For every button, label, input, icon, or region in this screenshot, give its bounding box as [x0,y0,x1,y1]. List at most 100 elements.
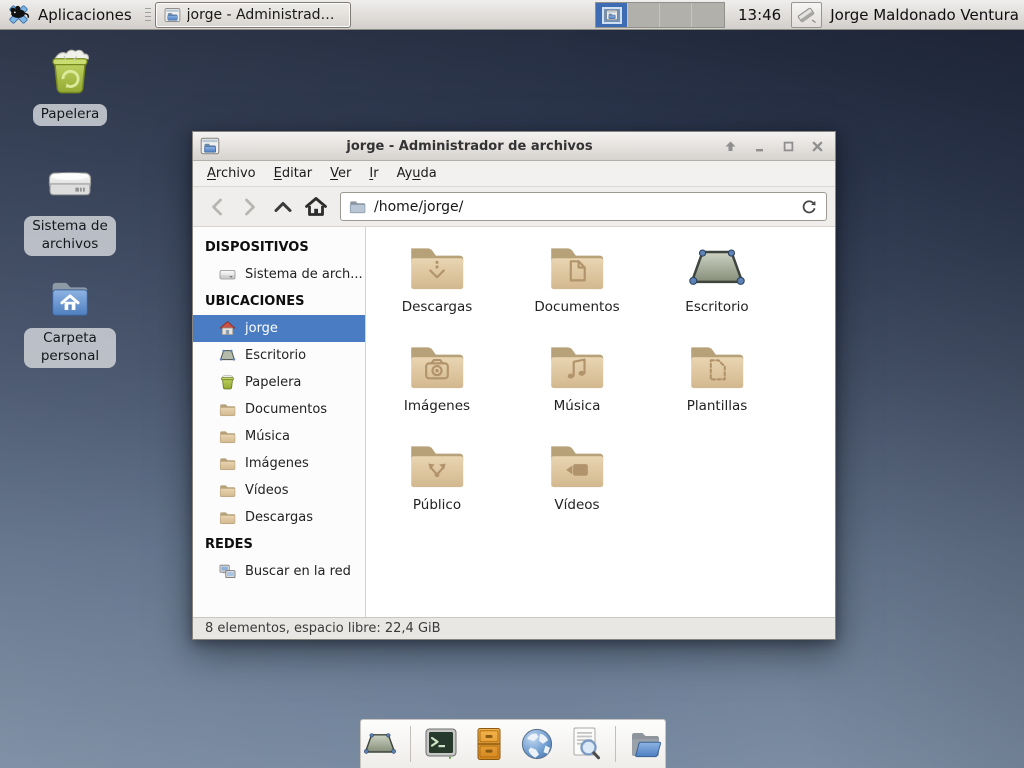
folder-public-icon [404,440,470,492]
menu-ir[interactable]: Ir [360,166,387,181]
applications-label: Aplicaciones [38,6,132,24]
places-sidebar: DISPOSITIVOS Sistema de arch... UBICACIO… [193,227,366,617]
folder-downloads-icon [404,242,470,294]
dock-separator [615,726,616,762]
desktop-icon-label: Papelera [33,104,108,126]
menu-archivo[interactable]: Archivo [198,166,265,181]
show-desktop-button[interactable] [361,725,399,763]
workspace-1[interactable] [596,3,628,27]
network-icon [219,563,236,580]
close-button[interactable] [810,139,824,153]
status-text: 8 elementos, espacio libre: 22,4 GiB [205,621,441,636]
home-button[interactable] [300,192,331,222]
forward-button[interactable] [234,192,265,222]
sidebar-item-buscar-en-la-red[interactable]: Buscar en la red [193,558,365,585]
file-documentos[interactable]: Documentos [507,242,647,341]
folder-videos-icon [544,440,610,492]
folder-icon [219,456,236,471]
tasklist-grip [145,8,151,21]
desktop-icon [684,242,750,294]
desktop-icon-papelera[interactable]: Papelera [18,46,122,126]
menu-bar: Archivo Editar Ver Ir Ayuda [193,161,835,187]
folder-icon [349,199,366,214]
terminal-icon [423,727,459,761]
folder-documents-icon [544,242,610,294]
file-escritorio[interactable]: Escritorio [647,242,787,341]
sidebar-item-sistema-de-archivos[interactable]: Sistema de arch... [193,261,365,288]
blue-folder-icon [627,727,665,761]
panel-clock: 13:46 [738,6,781,24]
sidebar-item-imagenes[interactable]: Imágenes [193,450,365,477]
dock-separator [410,726,411,762]
file-cabinet-icon [474,727,504,761]
file-manager-icon [164,5,181,25]
terminal-launcher[interactable] [422,725,459,763]
maximize-button[interactable] [781,139,795,153]
window-title: jorge - Administrador de archivos [220,139,719,154]
folder-images-icon [404,341,470,393]
menu-ver[interactable]: Ver [321,166,360,181]
window-icon [200,136,220,156]
application-finder-launcher[interactable] [567,725,604,763]
file-musica[interactable]: Música [507,341,647,440]
bottom-dock [360,719,666,768]
sidebar-header-ubicaciones: UBICACIONES [193,288,365,315]
folder-music-icon [544,341,610,393]
workspace-3[interactable] [660,3,692,27]
desktop-icon [219,347,236,364]
sidebar-item-musica[interactable]: Música [193,423,365,450]
hard-drive-icon [44,160,96,210]
desktop-icon-sistema-de-archivos[interactable]: Sistema de archivos [18,160,122,256]
file-plantillas[interactable]: Plantillas [647,341,787,440]
reload-button[interactable] [800,198,818,216]
globe-icon [519,726,555,762]
path-text: /home/jorge/ [374,199,792,215]
reload-icon [800,198,818,216]
toolbar: /home/jorge/ [193,187,835,227]
file-imagenes[interactable]: Imágenes [367,341,507,440]
folder-icon [219,483,236,498]
menu-ayuda[interactable]: Ayuda [388,166,446,181]
trash-full-icon [44,46,96,98]
file-view: Descargas Documentos [366,227,835,617]
shade-button[interactable] [723,139,737,153]
minimize-button[interactable] [752,139,766,153]
desktop-root: Aplicaciones jorge - Administrador de...… [0,0,1024,768]
eraser-icon [795,4,818,25]
applications-menu-button[interactable]: Aplicaciones [0,0,141,29]
show-desktop-icon [361,728,399,760]
folder-icon [219,429,236,444]
back-button[interactable] [201,192,232,222]
folder-icon [219,402,236,417]
web-browser-launcher[interactable] [519,725,556,763]
home-icon [302,193,330,221]
sidebar-item-videos[interactable]: Vídeos [193,477,365,504]
home-icon [219,320,236,337]
file-videos[interactable]: Vídeos [507,440,647,539]
home-folder-icon [44,274,96,322]
chevron-left-icon [203,193,231,221]
sidebar-item-papelera[interactable]: Papelera [193,369,365,396]
desktop-icon-carpeta-personal[interactable]: Carpeta personal [18,274,122,368]
file-publico[interactable]: Público [367,440,507,539]
file-cabinet-launcher[interactable] [470,725,507,763]
desktop-icon-label: Sistema de archivos [24,216,116,256]
up-button[interactable] [267,192,298,222]
menu-editar[interactable]: Editar [265,166,322,181]
window-titlebar[interactable]: jorge - Administrador de archivos [193,132,835,161]
workspace-2[interactable] [628,3,660,27]
file-manager-launcher[interactable] [627,725,665,763]
chevron-right-icon [236,193,264,221]
chevron-up-icon [269,193,297,221]
session-action-button[interactable] [791,2,822,28]
path-entry[interactable]: /home/jorge/ [340,192,827,221]
taskbar-window-button[interactable]: jorge - Administrador de... [155,2,351,28]
sidebar-header-redes: REDES [193,531,365,558]
taskbar-window-title: jorge - Administrador de... [187,7,342,23]
sidebar-item-escritorio[interactable]: Escritorio [193,342,365,369]
file-descargas[interactable]: Descargas [367,242,507,341]
sidebar-item-documentos[interactable]: Documentos [193,396,365,423]
sidebar-item-descargas[interactable]: Descargas [193,504,365,531]
sidebar-item-jorge[interactable]: jorge [193,315,365,342]
workspace-4[interactable] [692,3,724,27]
